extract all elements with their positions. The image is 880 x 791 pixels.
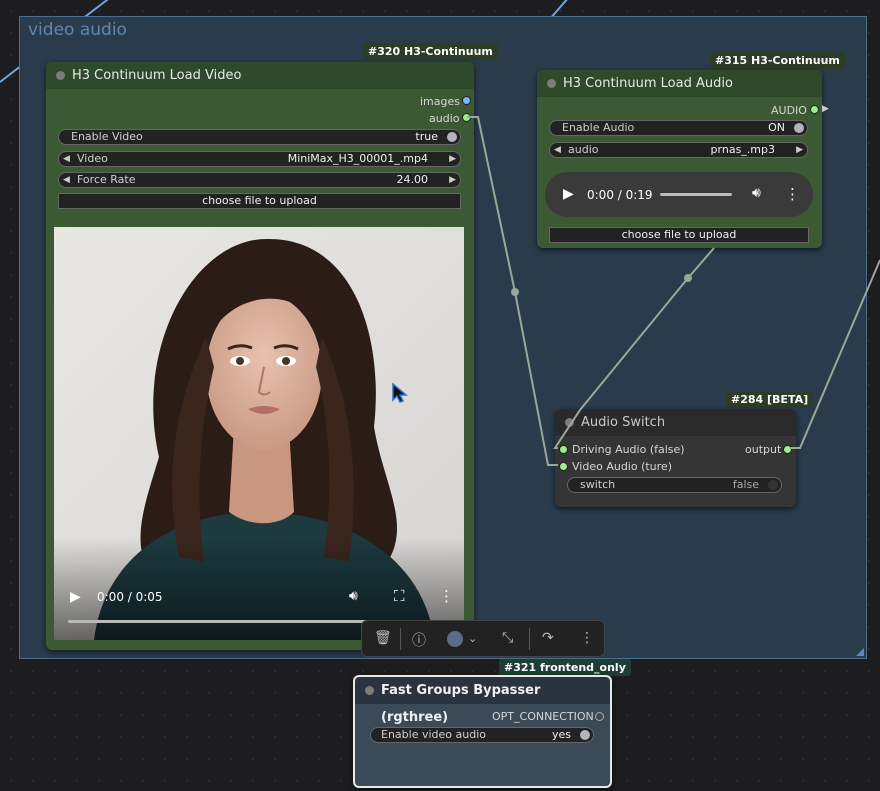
collapse-dot-icon[interactable] [365,686,374,695]
bypass-icon[interactable]: ↷ [542,630,554,646]
more-options-icon[interactable]: ⋮ [580,630,594,646]
selection-toolbar[interactable]: 🗑︎ ⓘ ⌄ ⤡ ↷ ⋮ [361,620,605,657]
node-header[interactable]: Fast Groups Bypasser (rgthree) [355,677,610,725]
widget-value: yes [551,728,571,741]
chevron-down-icon[interactable]: ⌄ [468,632,477,645]
output-slot-opt-connection[interactable] [595,712,604,721]
color-picker-icon[interactable] [447,631,463,647]
output-label-opt-connection: OPT_CONNECTION [492,710,594,723]
toolbar-divider [529,628,530,650]
trash-icon[interactable]: 🗑︎ [374,630,392,646]
collapse-icon[interactable]: ⤡ [502,630,513,646]
link-layer-front [467,116,880,466]
enable-video-audio-toggle[interactable]: Enable video audio yes [370,727,594,743]
toggle-knob [580,730,590,740]
toolbar-divider [400,628,401,650]
widget-label: Enable video audio [381,728,486,741]
info-icon[interactable]: ⓘ [412,630,426,650]
node-badge: #321 frontend_only [499,659,631,676]
